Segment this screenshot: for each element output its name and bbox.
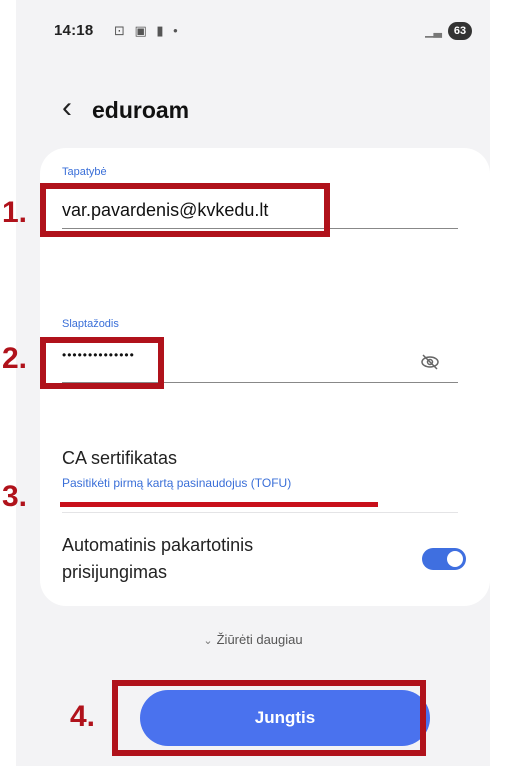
annotation-box-identity [40,183,330,237]
signal-icon: ▁▃ [425,25,442,38]
eye-off-icon[interactable] [420,353,440,376]
auto-reconnect-line2: prisijungimas [62,562,168,582]
header: ‹ eduroam [62,90,189,130]
annotation-box-password [40,337,164,389]
password-label: Slaptažodis [62,318,119,330]
auto-reconnect-line1: Automatinis pakartotinis [62,535,254,555]
annotation-step-1: 1. [2,196,28,229]
ca-certificate-title: CA sertifikatas [62,448,178,468]
annotation-underline-ca [60,502,378,507]
status-right: ▁▃ 63 [425,22,472,40]
annotation-box-connect [112,680,426,756]
see-more-link[interactable]: ⌄ Žiūrėti daugiau [16,632,490,647]
battery-icon: 63 [448,22,472,40]
annotation-step-2: 2. [2,342,28,375]
auto-reconnect-label: Automatinis pakartotinis prisijungimas [62,532,253,586]
status-time: 14:18 [54,22,94,39]
toggle-knob [447,551,463,567]
ca-certificate-value: Pasitikėti pirmą kartą pasinaudojus (TOF… [62,476,292,490]
back-icon[interactable]: ‹ [62,93,72,123]
identity-label: Tapatybė [62,166,107,178]
status-bar: 14:18 ⊡ ▣ ▮ • ▁▃ 63 [54,22,472,44]
notification-icons: ⊡ ▣ ▮ • [114,23,181,38]
page-title: eduroam [92,96,190,123]
annotation-step-3: 3. [2,480,28,513]
auto-reconnect-toggle[interactable] [422,548,466,570]
chevron-down-icon: ⌄ [203,635,213,647]
see-more-label: Žiūrėti daugiau [216,632,303,647]
annotation-step-4: 4. [70,700,96,733]
divider [62,512,458,513]
